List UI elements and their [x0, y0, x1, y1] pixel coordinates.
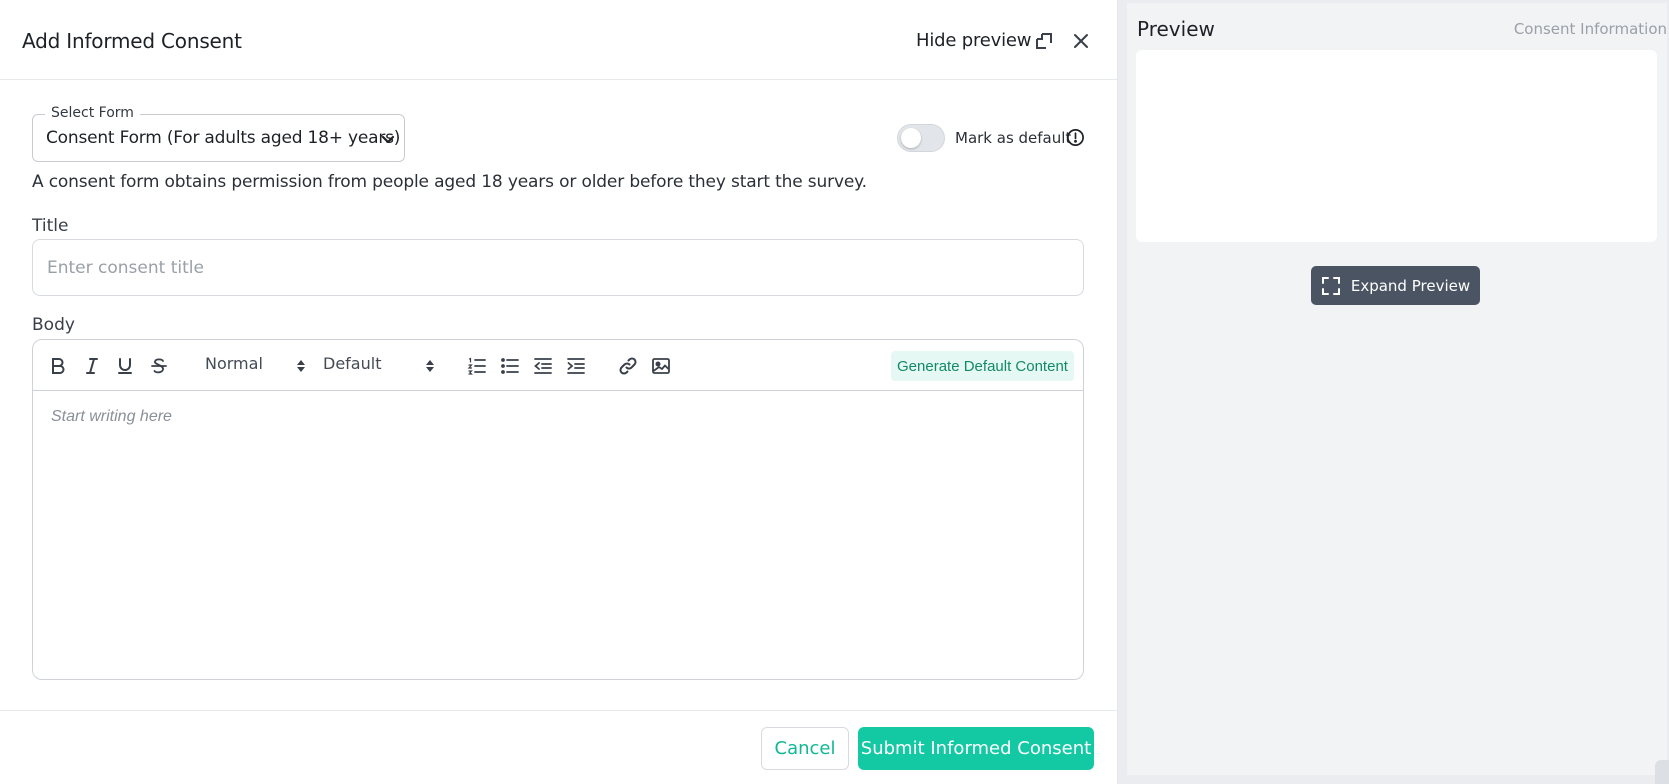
editor-placeholder: Start writing here [51, 408, 172, 425]
sort-arrows-icon [426, 360, 434, 372]
body-label: Body [32, 315, 75, 335]
info-icon[interactable] [1066, 128, 1085, 147]
expand-preview-label: Expand Preview [1350, 276, 1471, 295]
consent-modal: Add Informed Consent Hide preview Select… [0, 0, 1118, 784]
select-form-value: Consent Form (For adults aged 18+ years) [46, 128, 401, 148]
link-icon[interactable] [617, 355, 639, 377]
rich-text-editor: Normal Default Generate Default Content … [32, 339, 1084, 680]
mark-default-label: Mark as default [955, 129, 1072, 147]
modal-header: Add Informed Consent Hide preview [0, 0, 1118, 80]
underline-icon[interactable] [114, 355, 136, 377]
submit-informed-consent-button[interactable]: Submit Informed Consent [858, 727, 1094, 770]
sort-arrows-icon [297, 360, 305, 372]
modal-footer: Cancel Submit Informed Consent [0, 710, 1118, 784]
maximize-icon[interactable] [1033, 30, 1055, 52]
font-select[interactable]: Default [323, 354, 381, 373]
editor-content-area[interactable]: Start writing here [33, 392, 1083, 679]
title-label: Title [32, 216, 69, 236]
modal-title: Add Informed Consent [22, 29, 242, 53]
generate-default-content-button[interactable]: Generate Default Content [891, 351, 1074, 381]
hide-preview-button[interactable]: Hide preview [916, 30, 1032, 51]
toggle-knob [901, 128, 921, 148]
outdent-icon[interactable] [532, 355, 554, 377]
mark-default-toggle[interactable] [897, 124, 945, 152]
form-description: A consent form obtains permission from p… [32, 172, 867, 192]
indent-icon[interactable] [565, 355, 587, 377]
cancel-button[interactable]: Cancel [761, 727, 849, 770]
bold-icon[interactable] [47, 355, 69, 377]
chevron-down-icon [381, 135, 395, 144]
expand-icon [1321, 276, 1340, 295]
format-select[interactable]: Normal [205, 354, 263, 373]
title-input[interactable] [32, 239, 1084, 296]
strikethrough-icon[interactable] [148, 355, 170, 377]
bullet-list-icon[interactable] [499, 355, 521, 377]
scrollbar-corner [1655, 760, 1669, 784]
editor-toolbar: Normal Default Generate Default Content [33, 340, 1083, 391]
expand-preview-button[interactable]: Expand Preview [1311, 266, 1480, 305]
preview-content-box [1136, 50, 1657, 242]
preview-panel: Preview Consent Information Expand Previ… [1118, 0, 1669, 784]
italic-icon[interactable] [81, 355, 103, 377]
preview-container: Preview Consent Information Expand Previ… [1127, 3, 1667, 775]
ordered-list-icon[interactable] [466, 355, 488, 377]
preview-title: Preview [1137, 17, 1215, 41]
select-form-label: Select Form [45, 105, 140, 121]
image-icon[interactable] [650, 355, 672, 377]
preview-subtitle: Consent Information [1513, 20, 1667, 38]
select-form-dropdown[interactable]: Select Form Consent Form (For adults age… [32, 105, 405, 162]
close-icon[interactable] [1070, 30, 1092, 52]
